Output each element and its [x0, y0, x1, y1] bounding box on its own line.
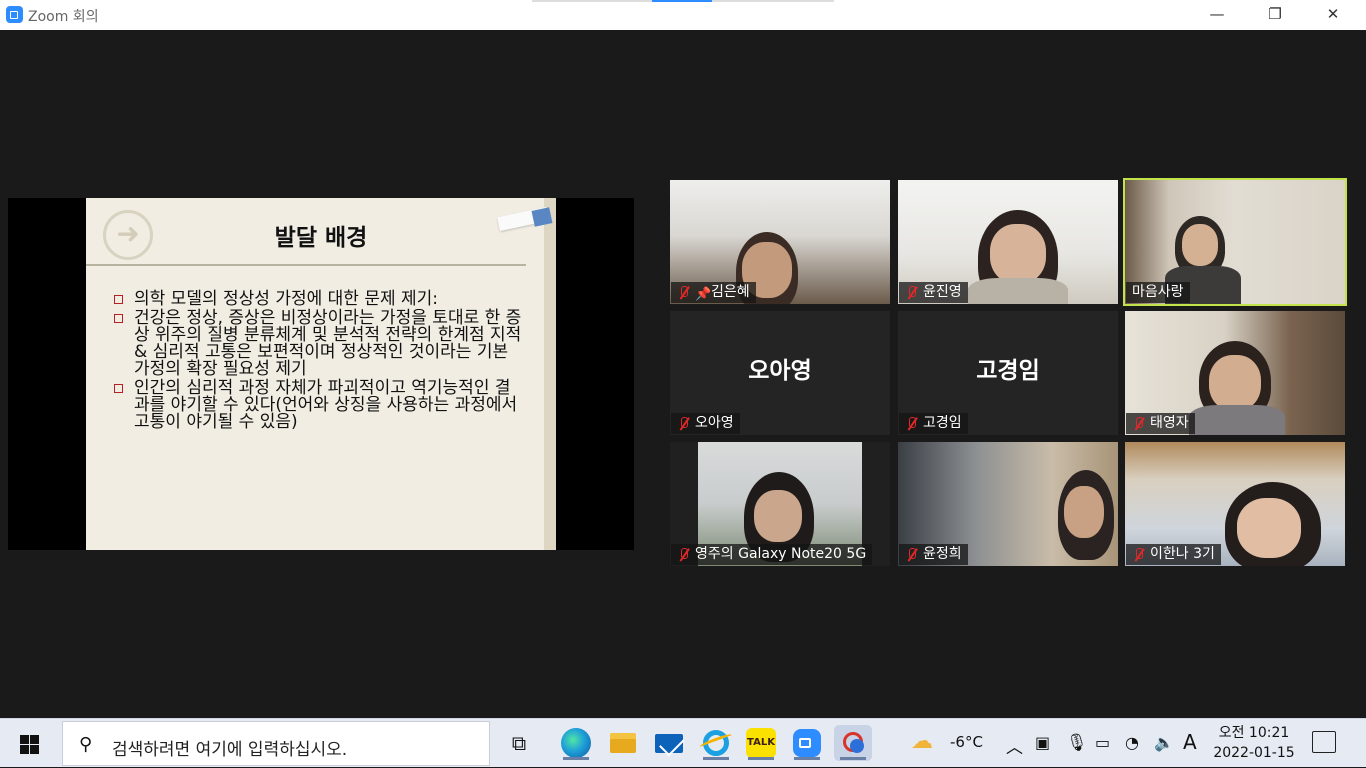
- meet-now-icon[interactable]: ▣: [1035, 733, 1050, 752]
- slide-bullet: 건강은 정상, 증상은 비정상이라는 가정을 토대로 한 증상 위주의 질병 분…: [114, 310, 526, 378]
- slide-bullet-text: 건강은 정상, 증상은 비정상이라는 가정을 토대로 한 증상 위주의 질병 분…: [134, 308, 522, 379]
- maximize-button[interactable]: ❐: [1252, 0, 1298, 30]
- title-bar: Zoom 회의 — ❐ ✕: [0, 0, 1366, 30]
- wifi-icon[interactable]: ◔: [1125, 733, 1139, 752]
- participant-name: 태영자: [1150, 415, 1189, 431]
- participant-name: 오아영: [695, 415, 734, 431]
- participant-label: 태영자: [1126, 413, 1195, 434]
- slide-bullet-list: 의학 모델의 정상성 가정에 대한 문제 제기: 건강은 정상, 증상은 비정상…: [114, 291, 526, 433]
- participant-tile-yoon-jinyoung[interactable]: 윤진영: [898, 180, 1118, 304]
- input-language-indicator[interactable]: A: [1183, 730, 1197, 754]
- participant-label: 영주의 Galaxy Note20 5G: [671, 544, 873, 565]
- participant-tile-lee-hanna[interactable]: 이한나 3기: [1125, 442, 1345, 566]
- clock-time: 오전 10:21: [1218, 725, 1290, 741]
- file-explorer-icon[interactable]: [604, 725, 642, 761]
- taskbar: ⚲ 검색하려면 여기에 입력하십시오. ⧉ TALK ☁ -6°C ︿ ▣ 🎙 …: [0, 718, 1366, 767]
- edge-browser-icon[interactable]: [557, 725, 595, 761]
- participant-name: 윤진영: [923, 284, 962, 300]
- participant-label: 오아영: [671, 413, 740, 434]
- notification-center-icon[interactable]: [1312, 731, 1336, 753]
- share-tab-indicator: [532, 0, 834, 2]
- square-bullet-icon: [114, 314, 123, 323]
- window-title: Zoom 회의: [28, 9, 99, 25]
- clock-date: 2022-01-15: [1213, 745, 1295, 761]
- slide-bullet: 의학 모델의 정상성 가정에 대한 문제 제기:: [114, 291, 526, 308]
- participant-tile-tae-youngja[interactable]: 태영자: [1125, 311, 1345, 435]
- slide-bullet-text: 의학 모델의 정상성 가정에 대한 문제 제기:: [134, 289, 439, 309]
- slide-bullet: 인간의 심리적 과정 자체가 파괴적이고 역기능적인 결과를 야기할 수 있다(…: [114, 380, 526, 431]
- start-button[interactable]: [0, 719, 58, 768]
- participant-label: 고경임: [899, 413, 968, 434]
- weather-icon[interactable]: ☁: [911, 729, 933, 754]
- participant-tile-kim-eunhye[interactable]: 📌 김은혜: [670, 180, 890, 304]
- participant-tile-maeumsarang[interactable]: 마음사랑: [1123, 178, 1347, 306]
- square-bullet-icon: [114, 384, 123, 393]
- weather-temperature[interactable]: -6°C: [950, 733, 983, 751]
- participant-label: 이한나 3기: [1126, 544, 1221, 565]
- participant-name: 윤정희: [923, 546, 962, 562]
- internet-explorer-icon[interactable]: [697, 725, 735, 761]
- system-clock[interactable]: 오전 10:21 2022-01-15: [1212, 723, 1296, 763]
- volume-icon[interactable]: 🔈: [1154, 733, 1174, 752]
- slide-bullet-text: 인간의 심리적 과정 자체가 파괴적이고 역기능적인 결과를 야기할 수 있다(…: [134, 378, 518, 432]
- participant-label: 윤진영: [899, 282, 968, 303]
- kakaotalk-label: TALK: [747, 737, 775, 748]
- mic-muted-icon: [677, 285, 691, 300]
- participant-label: 📌 김은혜: [671, 282, 756, 303]
- minimize-button[interactable]: —: [1194, 0, 1240, 30]
- close-button[interactable]: ✕: [1310, 0, 1356, 30]
- zoom-app-icon: [6, 6, 23, 23]
- participant-tile-yoon-junghee[interactable]: 윤정희: [898, 442, 1118, 566]
- participant-tile-oh-ayoung[interactable]: 오아영 오아영: [670, 311, 890, 435]
- mic-muted-icon: [1132, 416, 1146, 431]
- participant-label: 마음사랑: [1126, 282, 1190, 303]
- mic-muted-icon: [905, 547, 919, 562]
- square-bullet-icon: [114, 295, 123, 304]
- task-view-icon[interactable]: ⧉: [500, 725, 538, 761]
- participant-name: 이한나 3기: [1150, 546, 1215, 562]
- mic-muted-icon: [677, 547, 691, 562]
- pin-icon: 📌: [695, 287, 712, 302]
- participant-display-name: 오아영: [748, 358, 812, 384]
- mic-muted-icon: [1132, 547, 1146, 562]
- participant-name: 영주의 Galaxy Note20 5G: [695, 546, 867, 562]
- show-hidden-icons-chevron-up-icon[interactable]: ︿: [1006, 733, 1023, 758]
- participant-name: 고경임: [923, 415, 962, 431]
- presentation-slide: ➜ 발달 배경 의학 모델의 정상성 가정에 대한 문제 제기: 건강은 정상,…: [86, 198, 556, 550]
- shared-screen[interactable]: ➜ 발달 배경 의학 모델의 정상성 가정에 대한 문제 제기: 건강은 정상,…: [8, 198, 634, 550]
- participant-tile-youngju-galaxy[interactable]: 영주의 Galaxy Note20 5G: [670, 442, 890, 566]
- slide-title: 발달 배경: [274, 225, 368, 251]
- participant-label: 윤정희: [899, 544, 968, 565]
- windows-logo-icon: [20, 735, 39, 754]
- mic-muted-icon: [905, 285, 919, 300]
- slide-divider: [86, 264, 526, 266]
- taskbar-search-box[interactable]: ⚲ 검색하려면 여기에 입력하십시오.: [62, 721, 490, 766]
- mail-icon[interactable]: [650, 725, 688, 761]
- mic-muted-icon: [905, 416, 919, 431]
- participant-display-name: 고경임: [976, 358, 1040, 384]
- microphone-icon[interactable]: 🎙: [1066, 733, 1088, 753]
- zoom-taskbar-icon[interactable]: [788, 725, 826, 761]
- meeting-area: ➜ 발달 배경 의학 모델의 정상성 가정에 대한 문제 제기: 건강은 정상,…: [0, 30, 1366, 718]
- search-placeholder: 검색하려면 여기에 입력하십시오.: [112, 740, 348, 760]
- search-icon: ⚲: [79, 734, 93, 755]
- screen-share-app-icon[interactable]: [834, 725, 872, 761]
- mic-muted-icon: [677, 416, 691, 431]
- kakaotalk-icon[interactable]: TALK: [742, 725, 780, 761]
- participant-tile-go-gyeongim[interactable]: 고경임 고경임: [898, 311, 1118, 435]
- participant-name: 마음사랑: [1132, 284, 1184, 300]
- battery-icon[interactable]: ▭: [1095, 733, 1110, 752]
